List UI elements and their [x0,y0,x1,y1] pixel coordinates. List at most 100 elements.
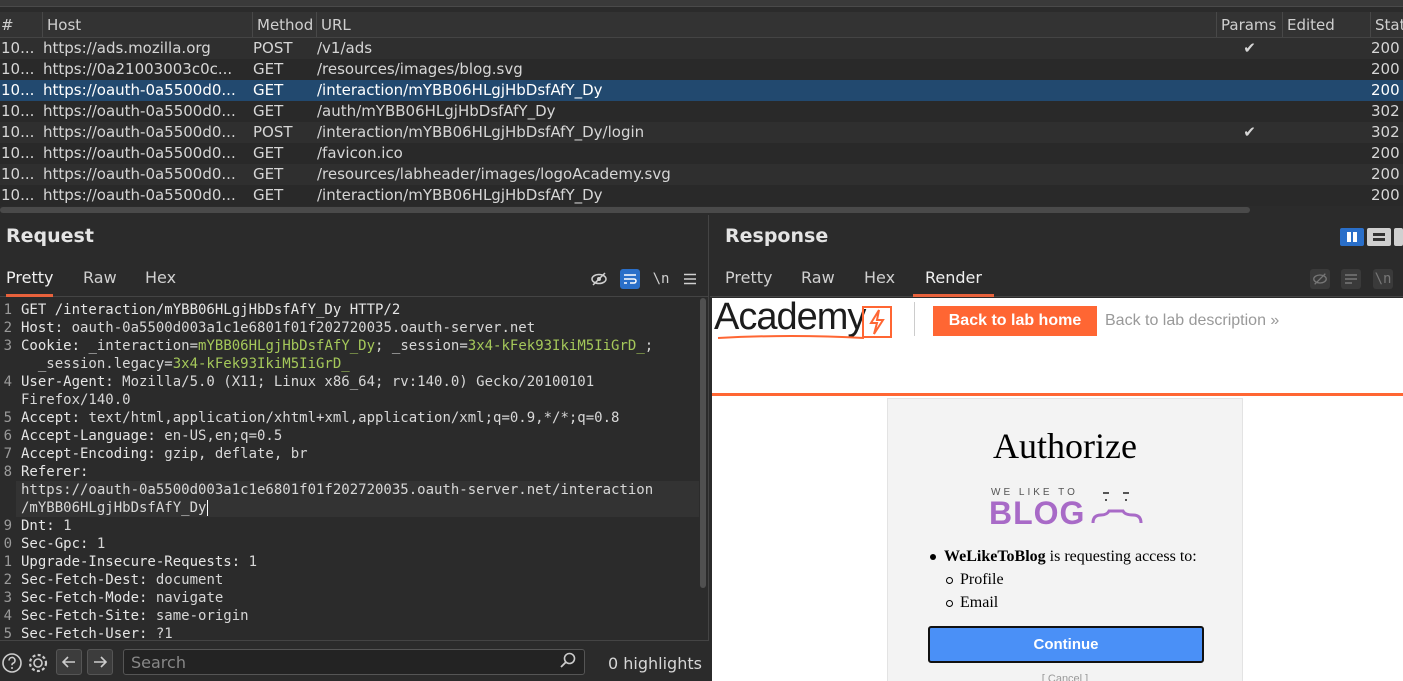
line-number: 4 [3,374,12,390]
search-input[interactable] [123,649,585,675]
tab-raw[interactable]: Raw [83,263,117,297]
cookie-name: _session.legacy= [21,356,173,372]
column-header-url[interactable]: URL [316,12,1216,37]
header-value: 1 [54,518,72,534]
column-header-params[interactable]: Params [1216,12,1282,37]
row-status: 200 [1371,144,1400,162]
table-row[interactable]: 10... https://oauth-0a5500d0... POST /in… [0,122,1403,143]
vertical-scrollbar[interactable] [700,298,706,588]
line-number: 9 [3,518,12,534]
header-key: Accept-Encoding: [21,446,156,462]
academy-logo-text: Academy [714,298,866,338]
header-value: Mozilla/5.0 (X11; Linux x86_64; rv:140.0… [113,374,595,390]
previous-arrow-icon[interactable] [56,649,82,675]
row-status: 200 [1371,186,1400,204]
line-number: 5 [3,626,12,640]
tab-render[interactable]: Render [913,263,994,297]
row-host: https://oauth-0a5500d0... [43,186,236,204]
rendered-page: Academy Back to lab home Back to lab des… [712,298,1403,681]
word-wrap-icon[interactable] [620,269,640,289]
tab-raw[interactable]: Raw [801,263,835,297]
column-header-edited[interactable]: Edited [1282,12,1368,37]
next-arrow-icon[interactable] [87,649,113,675]
scope-item-email: Email [928,591,1197,614]
tab-pretty[interactable]: Pretty [6,263,54,297]
authorize-card: Authorize WE LIKE TO BLOG WeLikeToBlog i… [887,398,1243,681]
tab-pretty[interactable]: Pretty [725,263,772,297]
row-url: /v1/ads [317,39,373,57]
row-method: POST [253,39,293,57]
row-number: 10... [1,186,35,204]
table-row-selected[interactable]: 10... https://oauth-0a5500d0... GET /int… [0,80,1403,101]
tab-hex[interactable]: Hex [864,263,895,297]
back-to-lab-home-button[interactable]: Back to lab home [933,306,1097,336]
settings-gear-icon[interactable] [26,651,50,675]
newline-toggle: \n [1373,269,1393,289]
horizontal-scrollbar[interactable] [0,207,1250,213]
cookie-value: 3x4-kFek93IkiM5IiGrD_ [467,338,645,354]
header-line: Host: oauth-0a5500d003a1c1e6801f01f20272… [16,319,535,337]
search-icon[interactable] [560,652,576,672]
row-url: /auth/mYBB06HLgjHbDsfAfY_Dy [317,102,556,120]
split-columns-icon[interactable] [1340,228,1364,246]
request-panel: Request Pretty Raw Hex \n 1 2 3 4 5 6 7 … [0,215,709,681]
table-row[interactable]: 10... https://oauth-0a5500d0... GET /res… [0,164,1403,185]
row-method: GET [253,144,284,162]
table-row[interactable]: 10... https://0a21003003c0c... GET /reso… [0,59,1403,80]
line-number: 2 [3,320,12,336]
row-number: 10... [1,81,35,99]
row-host: https://oauth-0a5500d0... [43,144,236,162]
hide-nonprintable-icon[interactable] [589,269,609,289]
row-host: https://0a21003003c0c... [43,60,233,78]
blog-logo-face-icon [1091,492,1143,524]
menu-icon[interactable] [680,269,700,289]
row-status: 200 [1371,165,1400,183]
check-icon [1216,164,1282,185]
request-editor[interactable]: 1 2 3 4 5 6 7 8 9 0 1 2 3 4 5 GET /inter… [0,298,709,640]
single-pane-icon[interactable] [1394,228,1403,246]
row-host: https://oauth-0a5500d0... [43,102,236,120]
cookie-name: ; _session= [375,338,468,354]
request-tabs: Pretty Raw Hex \n [0,263,708,297]
line-number: 8 [3,464,12,480]
row-method: POST [253,123,293,141]
column-header-host[interactable]: Host [42,12,250,37]
continue-button[interactable]: Continue [928,626,1204,663]
row-url: /resources/labheader/images/logoAcademy.… [317,165,671,183]
request-code[interactable]: GET /interaction/mYBB06HLgjHbDsfAfY_Dy H… [16,298,699,640]
cookie-name: _interaction= [80,338,199,354]
table-row[interactable]: 10... https://oauth-0a5500d0... GET /aut… [0,101,1403,122]
header-key: Sec-Fetch-Dest: [21,572,148,588]
help-icon[interactable] [0,651,24,675]
cookie-separator: ; [644,338,654,354]
row-method: GET [253,81,284,99]
column-header-number[interactable]: # [0,12,40,37]
header-value: Firefox/140.0 [21,392,131,408]
cancel-link[interactable]: [ Cancel ] [888,673,1242,681]
split-rows-icon[interactable] [1367,228,1391,246]
back-to-lab-description-link[interactable]: Back to lab description » [1105,312,1279,330]
request-footer: 0 highlights [0,640,709,681]
header-value: document [147,572,224,588]
row-number: 10... [1,123,35,141]
newline-toggle[interactable]: \n [651,269,671,289]
academy-logo-bolt-icon [862,306,892,338]
response-title: Response [725,225,829,247]
row-status: 302 [1371,102,1400,120]
row-number: 10... [1,39,35,57]
row-number: 10... [1,60,35,78]
header-line: Accept-Encoding: gzip, deflate, br [16,445,308,463]
authorize-heading: Authorize [993,426,1137,466]
column-header-status[interactable]: Stat [1370,12,1403,37]
column-header-method[interactable]: Method [252,12,316,37]
header-value: navigate [147,590,224,606]
row-url: /interaction/mYBB06HLgjHbDsfAfY_Dy [317,81,603,99]
row-number: 10... [1,144,35,162]
header-key: Accept-Language: [21,428,156,444]
table-row[interactable]: 10... https://ads.mozilla.org POST /v1/a… [0,38,1403,59]
table-row[interactable]: 10... https://oauth-0a5500d0... GET /fav… [0,143,1403,164]
tab-hex[interactable]: Hex [145,263,176,297]
table-row[interactable]: 10... https://oauth-0a5500d0... GET /int… [0,185,1403,206]
row-url: /interaction/mYBB06HLgjHbDsfAfY_Dy/login [317,123,645,141]
check-icon: ✔ [1243,39,1256,57]
